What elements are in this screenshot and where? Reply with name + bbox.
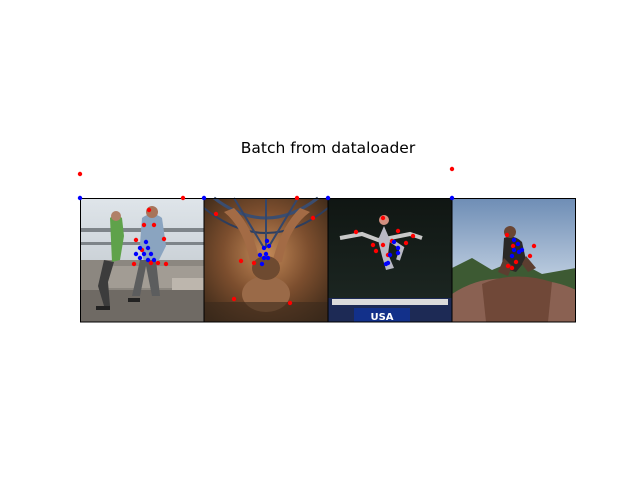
blue-keypoint [145, 257, 151, 263]
red-keypoint [310, 215, 316, 221]
red-keypoint [449, 166, 455, 172]
blue-keypoint [257, 252, 263, 258]
blue-keypoint [264, 238, 270, 244]
blue-keypoint [141, 251, 147, 257]
svg-text:USA: USA [370, 312, 393, 323]
red-keypoint [403, 240, 409, 246]
blue-keypoint [391, 239, 397, 245]
image-panel-4 [452, 198, 576, 322]
blue-keypoint [148, 251, 154, 257]
blue-keypoint [395, 245, 401, 251]
blue-keypoint [395, 250, 401, 256]
blue-keypoint [263, 251, 269, 257]
red-keypoint [380, 242, 386, 248]
blue-keypoint [145, 245, 151, 251]
red-keypoint [380, 215, 386, 221]
blue-keypoint [151, 257, 157, 263]
blue-keypoint [77, 195, 83, 201]
blue-keypoint [509, 253, 515, 259]
red-keypoint [505, 263, 511, 269]
red-keypoint [180, 195, 186, 201]
red-keypoint [410, 233, 416, 239]
chart-title: Batch from dataloader [241, 139, 416, 157]
blue-keypoint [137, 255, 143, 261]
red-keypoint [251, 260, 257, 266]
red-keypoint [77, 171, 83, 177]
blue-keypoint [515, 241, 521, 247]
red-keypoint [527, 253, 533, 259]
red-keypoint [509, 265, 515, 271]
red-keypoint [373, 248, 379, 254]
red-keypoint [510, 243, 516, 249]
red-keypoint [395, 228, 401, 234]
blue-keypoint [449, 195, 455, 201]
blue-keypoint [133, 251, 139, 257]
blue-keypoint [387, 252, 393, 258]
red-keypoint [213, 211, 219, 217]
blue-keypoint [261, 245, 267, 251]
red-keypoint [231, 296, 237, 302]
red-keypoint [238, 258, 244, 264]
red-keypoint [163, 261, 169, 267]
image-panel-3: USA [328, 198, 452, 323]
red-keypoint [161, 236, 167, 242]
blue-keypoint [201, 195, 207, 201]
red-keypoint [504, 232, 510, 238]
blue-keypoint [261, 255, 267, 261]
red-keypoint [287, 300, 293, 306]
red-keypoint [353, 229, 359, 235]
red-keypoint [151, 222, 157, 228]
blue-keypoint [143, 239, 149, 245]
image-panel-2 [203, 196, 329, 322]
blue-keypoint [265, 255, 271, 261]
blue-keypoint [511, 237, 517, 243]
figure: Batch from dataloader USA [77, 139, 576, 323]
red-keypoint [370, 242, 376, 248]
red-keypoint [141, 222, 147, 228]
red-keypoint [131, 261, 137, 267]
blue-keypoint [266, 243, 272, 249]
blue-keypoint [511, 247, 517, 253]
red-keypoint [531, 243, 537, 249]
blue-keypoint [325, 195, 331, 201]
blue-keypoint [516, 249, 522, 255]
image-panel-1 [80, 198, 204, 322]
red-keypoint [155, 260, 161, 266]
red-keypoint [146, 207, 152, 213]
blue-keypoint [137, 245, 143, 251]
red-keypoint [294, 195, 300, 201]
blue-keypoint [385, 260, 391, 266]
red-keypoint [133, 237, 139, 243]
red-keypoint [513, 259, 519, 265]
blue-keypoint [259, 261, 265, 267]
